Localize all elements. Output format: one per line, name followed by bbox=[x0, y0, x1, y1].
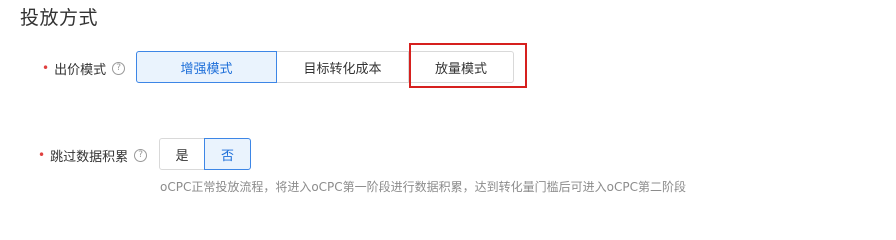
section-title: 投放方式 bbox=[20, 7, 99, 29]
question-circle-icon[interactable]: ? bbox=[134, 149, 148, 162]
bid-mode-option-target-cost[interactable]: 目标转化成本 bbox=[276, 51, 409, 83]
required-mark: • bbox=[42, 60, 50, 75]
skip-data-option-yes[interactable]: 是 bbox=[159, 138, 205, 170]
skip-data-hint: oCPC正常投放流程，将进入oCPC第一阶段进行数据积累，达到转化量门槛后可进入… bbox=[160, 180, 687, 194]
bid-mode-option-enhanced[interactable]: 增强模式 bbox=[136, 51, 277, 83]
required-mark: • bbox=[38, 147, 46, 162]
question-circle-icon[interactable]: ? bbox=[112, 62, 126, 75]
bid-mode-label-group: • 出价模式 ? bbox=[42, 59, 126, 78]
skip-data-label: 跳过数据积累 bbox=[50, 150, 129, 165]
bid-mode-segmented-control: 增强模式 目标转化成本 放量模式 bbox=[136, 51, 514, 83]
bid-mode-option-volume[interactable]: 放量模式 bbox=[408, 51, 514, 83]
bid-mode-label: 出价模式 bbox=[54, 63, 107, 78]
skip-data-option-no[interactable]: 否 bbox=[204, 138, 251, 170]
skip-data-label-group: • 跳过数据积累 ? bbox=[38, 146, 148, 165]
skip-data-segmented-control: 是 否 bbox=[159, 138, 251, 170]
